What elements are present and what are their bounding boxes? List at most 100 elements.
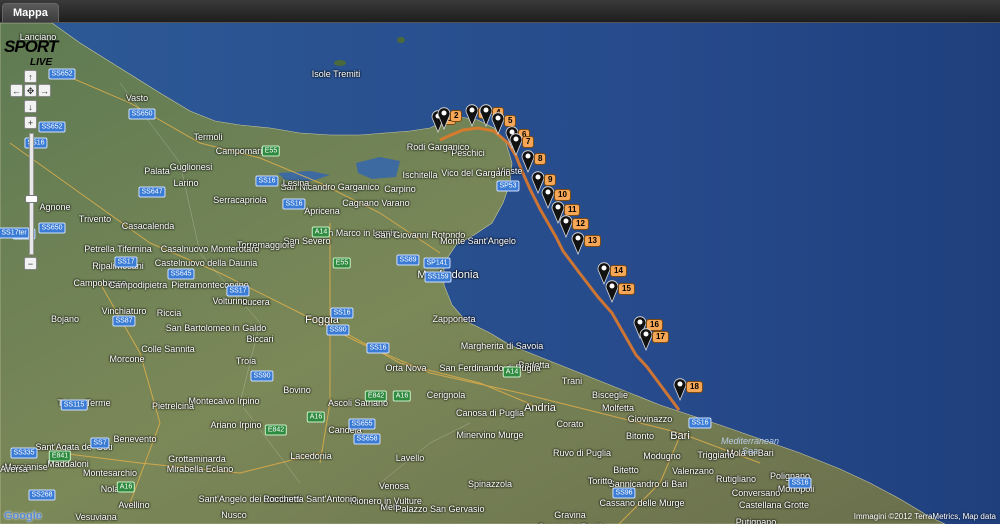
place-label: Bitonto [625, 431, 655, 441]
road-shield: SS16 [366, 342, 390, 354]
road-shield: SS335 [10, 447, 38, 459]
pan-left-button[interactable]: ← [10, 84, 23, 97]
road-shield: E55 [332, 257, 352, 269]
sea-label: Sea [741, 446, 759, 456]
pan-down-button[interactable]: ↓ [24, 100, 37, 113]
zoom-slider-track[interactable] [29, 133, 34, 255]
place-label: Morcone [109, 354, 145, 364]
place-label: Vesuviana [75, 512, 117, 522]
island-pianosa [397, 37, 405, 43]
place-label: Cagnano Varano [342, 198, 410, 208]
road-shield: A14 [502, 366, 522, 378]
marker-number-label[interactable]: 2 [450, 110, 463, 122]
road-shield: E842 [264, 424, 288, 436]
place-label: Carpino [384, 184, 416, 194]
map-credit: Immagini ©2012 TerraMetrics, Map data [853, 512, 996, 521]
zoom-slider-knob[interactable] [25, 195, 38, 203]
place-label: Mirabella Eclano [166, 464, 234, 474]
google-logo[interactable]: Google [4, 510, 42, 522]
place-label: Putignano [735, 517, 777, 524]
marker-number-label[interactable]: 7 [522, 136, 535, 148]
place-label: Gravina [554, 510, 586, 520]
road-shield: SS17 [114, 256, 138, 268]
sea-label: Mediterranean [720, 436, 780, 446]
place-label: Biccari [246, 334, 274, 344]
place-label: Bovino [283, 385, 311, 395]
place-label: Riccia [156, 308, 182, 318]
place-label: Rodi Garganico [406, 142, 470, 152]
place-label: Monte Sant'Angelo [440, 236, 516, 246]
position-marker-icon[interactable] [437, 106, 451, 131]
road-shield: SS90 [250, 370, 274, 382]
place-label: Avellino [118, 500, 150, 510]
place-label: Cerignola [426, 390, 466, 400]
place-label: Grottaminarda [168, 454, 226, 464]
place-label: Colle Sannita [141, 344, 195, 354]
place-label: Lesina [282, 178, 310, 188]
road-shield: SS115 [60, 399, 88, 411]
place-label: Triggiano [697, 450, 735, 460]
pan-center-button[interactable]: ✥ [24, 84, 37, 97]
place-label: Toritto [587, 476, 613, 486]
marker-number-label[interactable]: 8 [534, 153, 547, 165]
road-shield: SS650 [128, 108, 156, 120]
pan-up-button[interactable]: ↑ [24, 70, 37, 83]
road-shield: SS650 [38, 222, 66, 234]
terrain-layer [0, 23, 1000, 524]
place-label: Rutigliano [715, 474, 757, 484]
road-shield: SS16 [255, 175, 279, 187]
road-shield: SP141 [423, 257, 451, 269]
tab-mappa[interactable]: Mappa [2, 3, 59, 22]
position-marker-icon[interactable] [673, 377, 687, 402]
place-label: Corato [556, 419, 584, 429]
place-label: Castellana Grotte [738, 500, 810, 510]
place-label: Lacedonia [290, 451, 332, 461]
place-label: San Ferdinando di Puglia [439, 363, 541, 373]
zoom-in-button[interactable]: + [24, 116, 37, 129]
place-label: Trivento [78, 214, 112, 224]
marker-number-label[interactable]: 15 [618, 283, 635, 295]
place-label: Margherita di Savoia [460, 341, 544, 351]
zoom-out-button[interactable]: − [24, 257, 37, 270]
road-shield: SS87 [112, 315, 136, 327]
road-shield: E842 [364, 390, 388, 402]
road-shield: SS655 [348, 418, 376, 430]
road-shield: SS658 [353, 433, 381, 445]
marker-number-label[interactable]: 12 [572, 218, 589, 230]
position-marker-icon[interactable] [605, 279, 619, 304]
position-marker-icon[interactable] [491, 111, 505, 136]
place-label: Palazzo San Gervasio [395, 504, 485, 514]
pan-right-button[interactable]: → [38, 84, 51, 97]
place-label: Benevento [113, 434, 157, 444]
road-shield: SS16 [282, 198, 306, 210]
road-shield: SS16 [24, 137, 48, 149]
place-label: Larino [173, 178, 199, 188]
place-label: Bisceglie [591, 390, 629, 400]
place-label: Vasto [125, 93, 149, 103]
road-shield: SS7 [90, 437, 110, 449]
tab-bar: Mappa [0, 0, 1000, 23]
place-label: Petrella Tifernina [84, 244, 152, 254]
place-label: Apricena [304, 206, 340, 216]
road-shield: SS16 [688, 417, 712, 429]
place-label: Zapponeta [432, 314, 476, 324]
place-label: Pietrelcina [151, 401, 195, 411]
place-label: Ischitella [402, 170, 438, 180]
marker-number-label[interactable]: 18 [686, 381, 703, 393]
position-marker-icon[interactable] [639, 327, 653, 352]
road-shield: SS652 [38, 121, 66, 133]
place-label: Isole Tremiti [311, 69, 361, 79]
road-shield: SS96 [612, 487, 636, 499]
position-marker-icon[interactable] [465, 103, 479, 128]
place-label: Giovinazzo [627, 414, 673, 424]
marker-number-label[interactable]: 17 [652, 331, 669, 343]
place-label: Venosa [378, 481, 410, 491]
map-view[interactable]: FoggiaManfredoniaAndriaBariTraniBarletta… [0, 23, 1000, 524]
place-label: Cassano delle Murge [599, 498, 685, 508]
place-label: Spinazzola [467, 479, 513, 489]
road-shield: SS17 [226, 285, 250, 297]
marker-number-label[interactable]: 13 [584, 235, 601, 247]
marker-number-label[interactable]: 14 [610, 265, 627, 277]
position-marker-icon[interactable] [571, 231, 585, 256]
place-label: Campodipietra [108, 280, 168, 290]
